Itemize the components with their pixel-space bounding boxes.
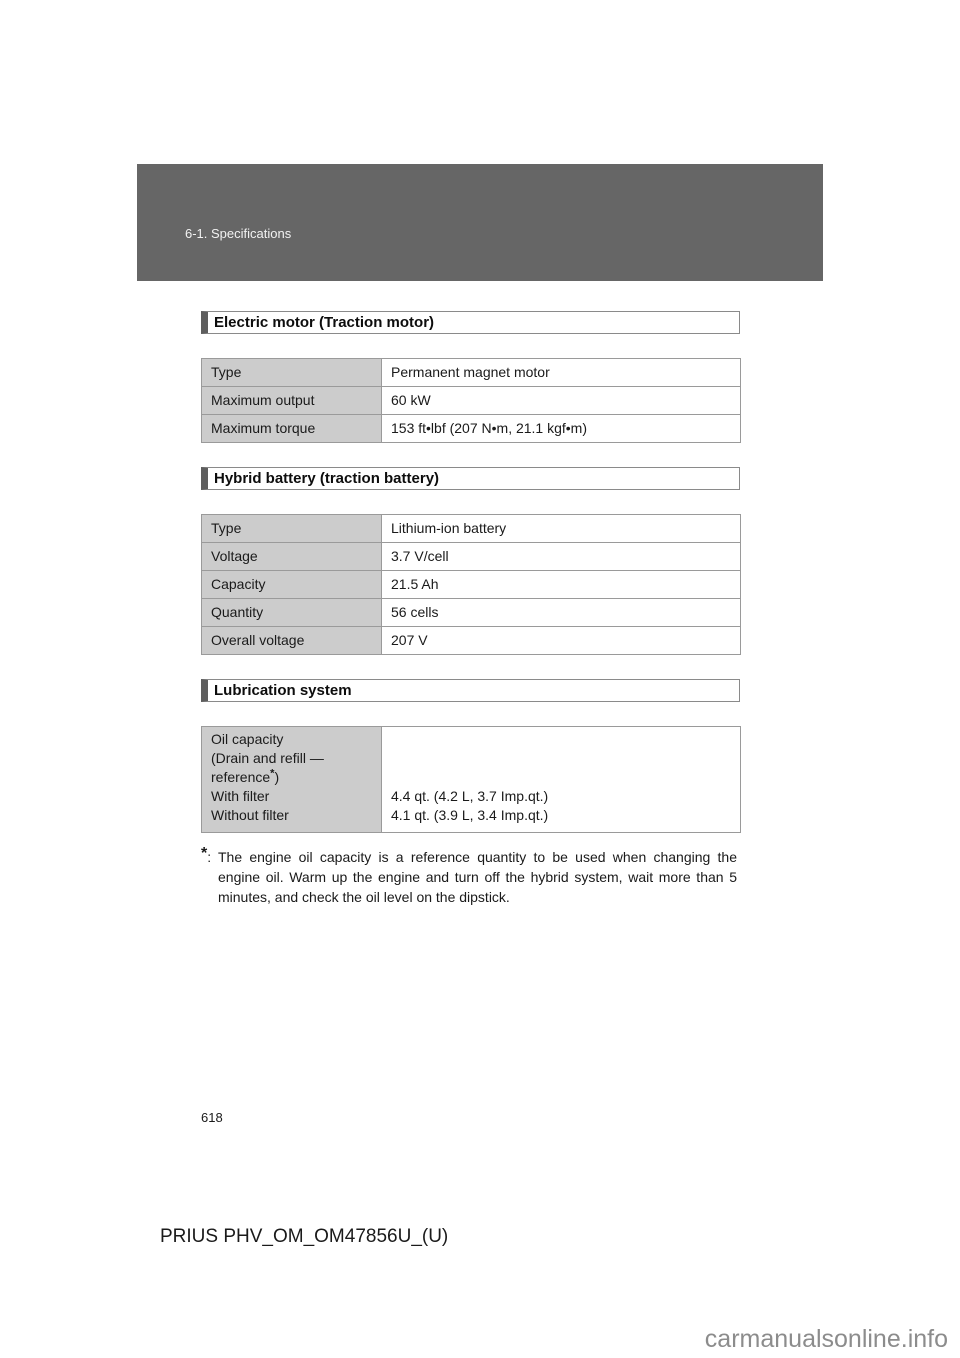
- table-row: Maximum torque 153 ft•lbf (207 N•m, 21.1…: [201, 414, 741, 443]
- table-row: Oil capacity (Drain and refill — referen…: [201, 726, 741, 833]
- reference-label: reference*): [211, 768, 372, 787]
- table-row: Overall voltage 207 V: [201, 626, 741, 655]
- section-title-lubrication: Lubrication system: [201, 679, 740, 702]
- document-id: PRIUS PHV_OM_OM47856U_(U): [160, 1226, 449, 1247]
- header-band: 6-1. Specifications: [137, 164, 823, 281]
- reference-close: ): [274, 769, 280, 785]
- row-label: Maximum torque: [201, 414, 382, 443]
- table-row: Quantity 56 cells: [201, 598, 741, 627]
- with-filter-label: With filter: [211, 788, 270, 804]
- row-value: 60 kW: [381, 386, 741, 415]
- electric-motor-table: Type Permanent magnet motor Maximum outp…: [201, 358, 741, 443]
- table-row: Type Permanent magnet motor: [201, 358, 741, 387]
- footnote: *: The engine oil capacity is a referenc…: [201, 845, 737, 907]
- section-breadcrumb: 6-1. Specifications: [185, 226, 292, 241]
- row-label: Voltage: [201, 542, 382, 571]
- row-label: Maximum output: [201, 386, 382, 415]
- asterisk-icon: *: [201, 845, 208, 862]
- footnote-colon: :: [207, 849, 212, 865]
- row-label: Quantity: [201, 598, 382, 627]
- table-row: Capacity 21.5 Ah: [201, 570, 741, 599]
- without-filter-value: 4.1 qt. (3.9 L, 3.4 Imp.qt.): [391, 807, 549, 823]
- table-row: Voltage 3.7 V/cell: [201, 542, 741, 571]
- hybrid-battery-table: Type Lithium-ion battery Voltage 3.7 V/c…: [201, 514, 741, 655]
- page-number: 618: [201, 1110, 223, 1125]
- row-value: 56 cells: [381, 598, 741, 627]
- row-value: 207 V: [381, 626, 741, 655]
- reference-text: reference: [211, 769, 271, 785]
- row-value: Permanent magnet motor: [381, 358, 741, 387]
- footnote-marker: *:: [201, 845, 212, 868]
- watermark-link[interactable]: carmanualsonline.info: [705, 1325, 948, 1354]
- row-value: Lithium-ion battery: [381, 514, 741, 543]
- section-title-hybrid-battery: Hybrid battery (traction battery): [201, 467, 740, 490]
- row-label: Type: [201, 358, 382, 387]
- oil-capacity-label: Oil capacity (Drain and refill — referen…: [201, 726, 382, 833]
- row-label: Type: [201, 514, 382, 543]
- oil-capacity-values: 4.4 qt. (4.2 L, 3.7 Imp.qt.) 4.1 qt. (3.…: [381, 726, 741, 833]
- without-filter-label: Without filter: [211, 807, 289, 823]
- lubrication-table: Oil capacity (Drain and refill — referen…: [201, 726, 741, 833]
- with-filter-value: 4.4 qt. (4.2 L, 3.7 Imp.qt.): [391, 788, 549, 804]
- row-value: 153 ft•lbf (207 N•m, 21.1 kgf•m): [381, 414, 741, 443]
- table-row: Maximum output 60 kW: [201, 386, 741, 415]
- oil-capacity-title: Oil capacity: [211, 731, 284, 747]
- footnote-text: The engine oil capacity is a reference q…: [218, 849, 737, 905]
- row-value: 3.7 V/cell: [381, 542, 741, 571]
- drain-refill-label: (Drain and refill —: [211, 750, 324, 766]
- row-label: Capacity: [201, 570, 382, 599]
- section-title-electric-motor: Electric motor (Traction motor): [201, 311, 740, 334]
- row-label: Overall voltage: [201, 626, 382, 655]
- table-row: Type Lithium-ion battery: [201, 514, 741, 543]
- row-value: 21.5 Ah: [381, 570, 741, 599]
